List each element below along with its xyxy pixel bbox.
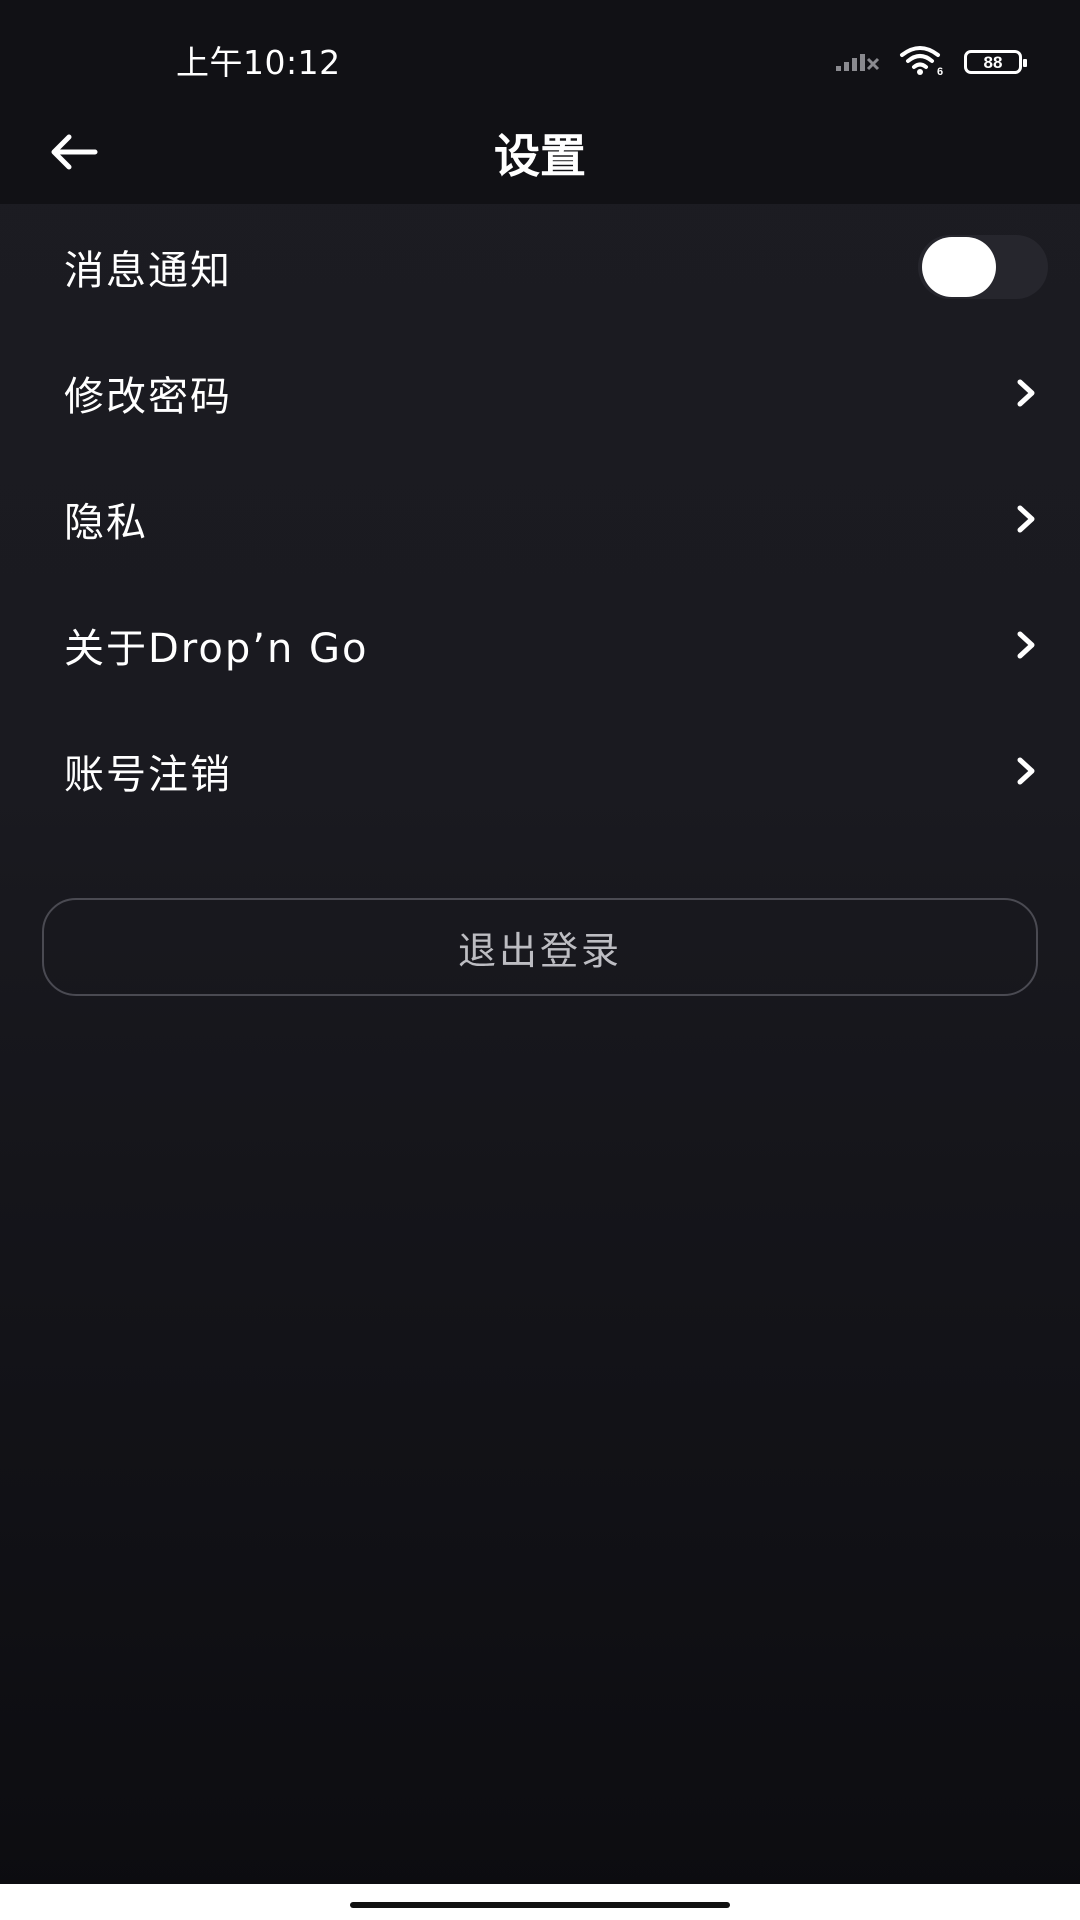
logout-label: 退出登录 [457, 928, 622, 973]
battery-icon: 88 [964, 50, 1027, 74]
toggle-knob [922, 237, 996, 297]
settings-item-privacy[interactable]: 隐私 [0, 456, 1080, 582]
notifications-toggle[interactable] [918, 235, 1048, 299]
battery-level-text: 88 [983, 52, 1003, 72]
signal-icon [834, 47, 880, 77]
svg-text:6: 6 [937, 66, 943, 76]
settings-item-label: 关于Drop’n Go [64, 626, 369, 672]
chevron-right-icon [1006, 499, 1046, 539]
settings-item-notifications[interactable]: 消息通知 [0, 204, 1080, 330]
settings-item-label: 消息通知 [64, 248, 232, 294]
settings-item-change-password[interactable]: 修改密码 [0, 330, 1080, 456]
settings-list: 消息通知 修改密码 隐私 关于Drop’n Go 账号注销 [0, 204, 1080, 834]
settings-item-label: 账号注销 [64, 752, 232, 798]
logout-button[interactable]: 退出登录 [42, 898, 1038, 996]
status-time: 上午10:12 [176, 43, 341, 82]
page-title: 设置 [494, 129, 586, 183]
settings-item-label: 修改密码 [64, 374, 232, 420]
settings-item-about[interactable]: 关于Drop’n Go [0, 582, 1080, 708]
chevron-right-icon [1006, 751, 1046, 791]
settings-item-delete-account[interactable]: 账号注销 [0, 708, 1080, 834]
status-bar: 上午10:12 6 88 [0, 0, 1080, 100]
settings-item-label: 隐私 [64, 500, 148, 546]
chevron-right-icon [1006, 373, 1046, 413]
chevron-right-icon [1006, 625, 1046, 665]
header: 设置 [0, 100, 1080, 204]
wifi-icon: 6 [898, 44, 946, 80]
status-icons: 6 88 [834, 44, 1027, 80]
home-indicator-area [0, 1884, 1080, 1920]
home-indicator[interactable] [350, 1902, 730, 1908]
settings-screen: 上午10:12 6 88 设置 消息通知 修改密码 隐私 关于Drop’n Go… [0, 0, 1080, 1920]
